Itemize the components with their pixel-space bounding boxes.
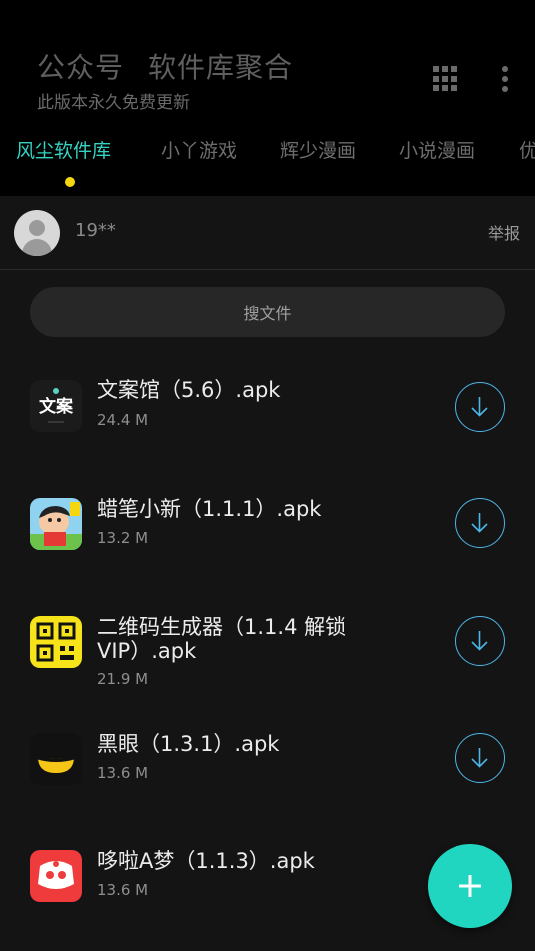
- download-button[interactable]: [455, 498, 505, 548]
- list-item[interactable]: 黑眼（1.3.1）.apk 13.6 M: [0, 713, 535, 813]
- header-title: 公众号 软件库聚合: [37, 46, 293, 86]
- file-name: 蜡笔小新（1.1.1）.apk: [97, 497, 322, 521]
- download-arrow-icon: [471, 748, 488, 768]
- file-size: 21.9 M: [97, 670, 149, 688]
- download-button[interactable]: [455, 616, 505, 666]
- tab-huishao[interactable]: 辉少漫画: [280, 136, 356, 163]
- download-button[interactable]: [455, 382, 505, 432]
- tab-fengchen[interactable]: 风尘软件库: [16, 136, 111, 163]
- file-size: 13.6 M: [97, 764, 149, 782]
- title-part-name: 软件库聚合: [148, 51, 294, 84]
- header-subtitle: 此版本永久免费更新: [37, 93, 190, 113]
- file-size: 13.6 M: [97, 881, 149, 899]
- wenanguan-icon: 文案: [30, 380, 82, 432]
- avatar[interactable]: [14, 210, 60, 256]
- file-name: 二维码生成器（1.1.4 解锁VIP）.apk: [97, 615, 347, 663]
- download-arrow-icon: [471, 631, 488, 651]
- uploader-name[interactable]: 19**: [75, 220, 116, 241]
- plus-icon: [459, 875, 481, 897]
- list-item[interactable]: 二维码生成器（1.1.4 解锁VIP）.apk 21.9 M: [0, 596, 535, 706]
- more-vertical-icon[interactable]: [496, 64, 514, 94]
- grid-icon[interactable]: [433, 66, 459, 92]
- doraemon-icon: [30, 850, 82, 902]
- list-item[interactable]: 蜡笔小新（1.1.1）.apk 13.2 M: [0, 478, 535, 578]
- file-size: 13.2 M: [97, 529, 149, 547]
- download-arrow-icon: [471, 397, 488, 417]
- report-button[interactable]: 举报: [488, 220, 520, 244]
- file-size: 24.4 M: [97, 411, 149, 429]
- title-part-account: 公众号: [37, 51, 125, 84]
- list-item[interactable]: 文案 文案馆（5.6）.apk 24.4 M: [0, 360, 535, 460]
- download-arrow-icon: [471, 513, 488, 533]
- qr-code-icon: [30, 616, 82, 668]
- file-name: 黑眼（1.3.1）.apk: [97, 732, 280, 756]
- black-eye-icon: [30, 733, 82, 785]
- active-tab-indicator: [65, 177, 75, 187]
- tab-xiaoya[interactable]: 小丫游戏: [161, 136, 237, 163]
- add-button[interactable]: [428, 844, 512, 928]
- crayon-shinchan-icon: [30, 498, 82, 550]
- search-files-button[interactable]: 搜文件: [30, 287, 505, 337]
- download-button[interactable]: [455, 733, 505, 783]
- tab-novel-comic[interactable]: 小说漫画: [399, 136, 475, 163]
- file-name: 哆啦A梦（1.1.3）.apk: [97, 849, 315, 873]
- search-label: 搜文件: [243, 304, 292, 323]
- category-tabs: 风尘软件库 小丫游戏 辉少漫画 小说漫画 优: [0, 136, 535, 176]
- tab-more[interactable]: 优: [519, 136, 535, 163]
- uploader-row: 19** 举报: [0, 196, 535, 270]
- file-name: 文案馆（5.6）.apk: [97, 378, 281, 402]
- svg-text:文案: 文案: [39, 396, 74, 417]
